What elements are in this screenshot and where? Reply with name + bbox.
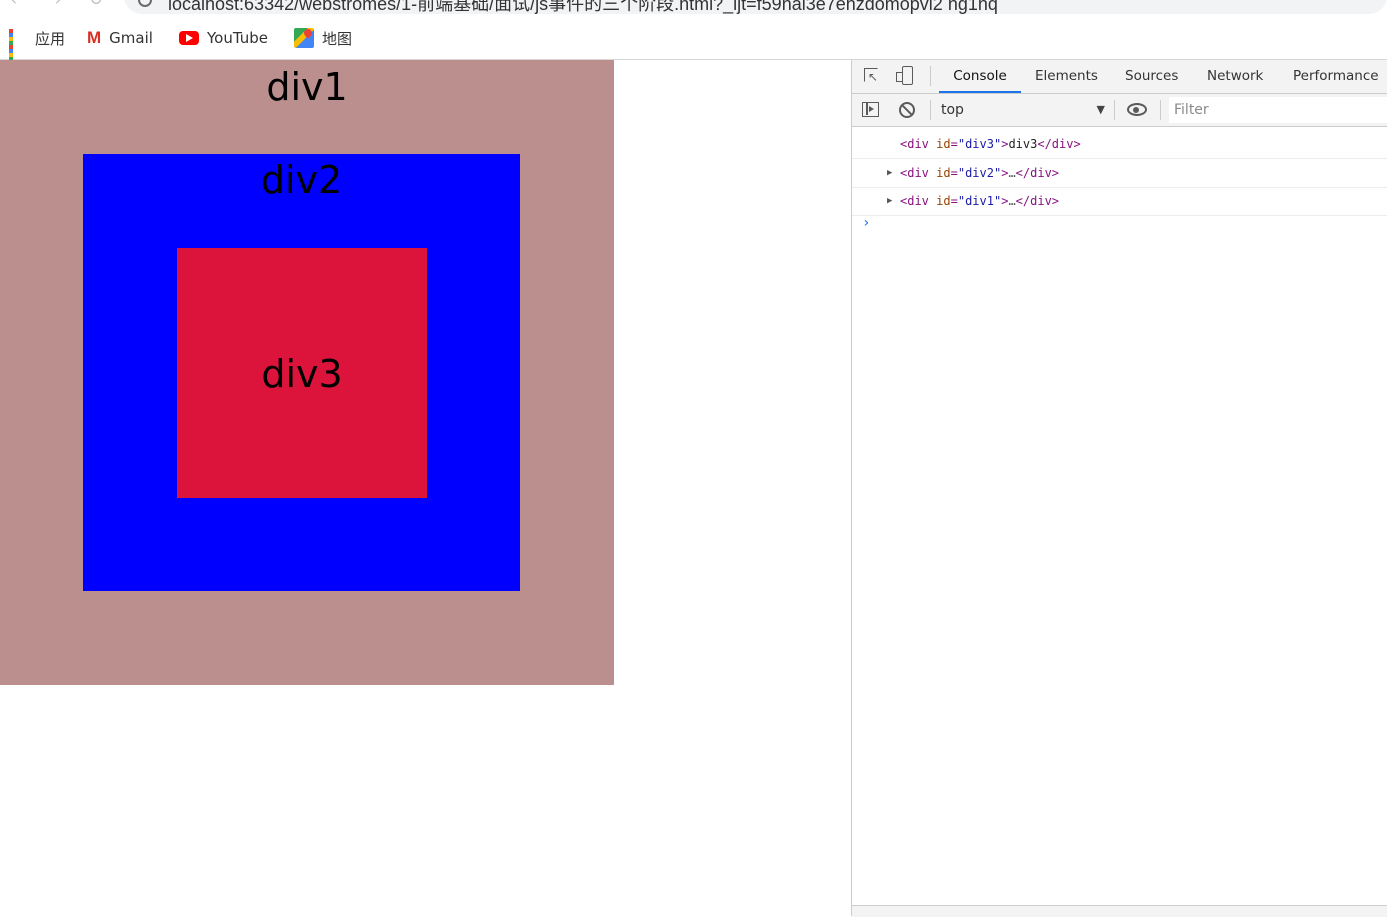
toolbar-divider <box>1114 100 1115 120</box>
back-icon[interactable]: ‹ <box>4 0 24 10</box>
apps-grid-icon <box>9 29 27 65</box>
context-selector[interactable]: top ▼ <box>941 98 1105 122</box>
console-row-code: <div id="div2">…</div> <box>900 166 1060 180</box>
toolbar-divider <box>1160 100 1161 120</box>
bookmark-maps[interactable]: 地图 <box>294 27 352 49</box>
div3-label: div3 <box>261 352 343 396</box>
console-row-code: <div id="div1">…</div> <box>900 194 1060 208</box>
tab-network[interactable]: Network <box>1207 60 1263 93</box>
bookmark-youtube[interactable]: YouTube <box>179 27 268 49</box>
console-row[interactable]: ▶ <div id="div1">…</div> <box>852 187 1387 216</box>
devtools-bottom-drawer <box>852 905 1387 917</box>
div1-label: div1 <box>266 65 348 109</box>
div1-box[interactable]: div1 div2 div3 <box>0 60 614 685</box>
devtools-panel: Console Elements Sources Network Perform… <box>851 60 1387 917</box>
dropdown-arrow-icon: ▼ <box>1096 103 1105 116</box>
console-filter-input[interactable] <box>1169 97 1387 123</box>
console-row[interactable]: ▶ <div id="div2">…</div> <box>852 159 1387 188</box>
tab-performance[interactable]: Performance <box>1293 60 1379 93</box>
gmail-icon: M <box>87 28 102 47</box>
div2-label: div2 <box>260 158 343 202</box>
expand-triangle-icon[interactable]: ▶ <box>887 187 892 215</box>
live-expression-eye-icon[interactable] <box>1127 103 1147 116</box>
div2-box[interactable]: div2 div3 <box>83 154 520 591</box>
youtube-icon <box>179 31 199 45</box>
page-viewport: div1 div2 div3 <box>0 60 851 916</box>
omnibox[interactable]: localhost:63342/webstromes/1-前端基础/面试/js事… <box>124 0 1387 14</box>
console-row[interactable]: <div id="div3">div3</div> <box>852 130 1387 159</box>
toolbar-divider <box>930 100 931 120</box>
bookmark-label: 地图 <box>322 29 353 48</box>
bookmarks-bar: 应用 M Gmail YouTube 地图 <box>0 20 1387 65</box>
bookmark-label: Gmail <box>109 29 153 47</box>
maps-icon <box>294 28 314 48</box>
inspect-element-icon[interactable] <box>864 68 878 86</box>
clear-console-icon[interactable] <box>899 102 915 118</box>
console-row-code: <div id="div3">div3</div> <box>900 137 1081 151</box>
device-toolbar-icon[interactable] <box>896 66 914 86</box>
expand-triangle-icon[interactable]: ▶ <box>887 159 892 187</box>
site-info-icon[interactable] <box>138 0 152 7</box>
reload-icon[interactable]: ↻ <box>86 0 106 10</box>
show-sidebar-icon[interactable] <box>862 102 879 117</box>
devtools-tabbar: Console Elements Sources Network Perform… <box>852 60 1387 94</box>
address-bar: ‹ › ↻ localhost:63342/webstromes/1-前端基础/… <box>0 0 1387 20</box>
console-toolbar: top ▼ <box>852 94 1387 127</box>
bookmark-apps[interactable]: 应用 <box>9 27 66 65</box>
console-output: <div id="div3">div3</div> ▶ <div id="div… <box>852 127 1387 905</box>
tab-elements[interactable]: Elements <box>1035 60 1098 93</box>
bookmark-label: YouTube <box>207 29 268 47</box>
bookmark-label: 应用 <box>35 29 66 48</box>
div3-box[interactable]: div3 <box>177 248 427 498</box>
tab-console[interactable]: Console <box>939 60 1021 93</box>
console-prompt-icon[interactable]: › <box>862 215 870 231</box>
bookmark-gmail[interactable]: M Gmail <box>87 27 153 49</box>
context-value: top <box>941 102 964 118</box>
tab-sources[interactable]: Sources <box>1125 60 1178 93</box>
url-text[interactable]: localhost:63342/webstromes/1-前端基础/面试/js事… <box>168 0 998 16</box>
forward-icon[interactable]: › <box>48 0 68 10</box>
toolbar-divider <box>930 66 931 86</box>
